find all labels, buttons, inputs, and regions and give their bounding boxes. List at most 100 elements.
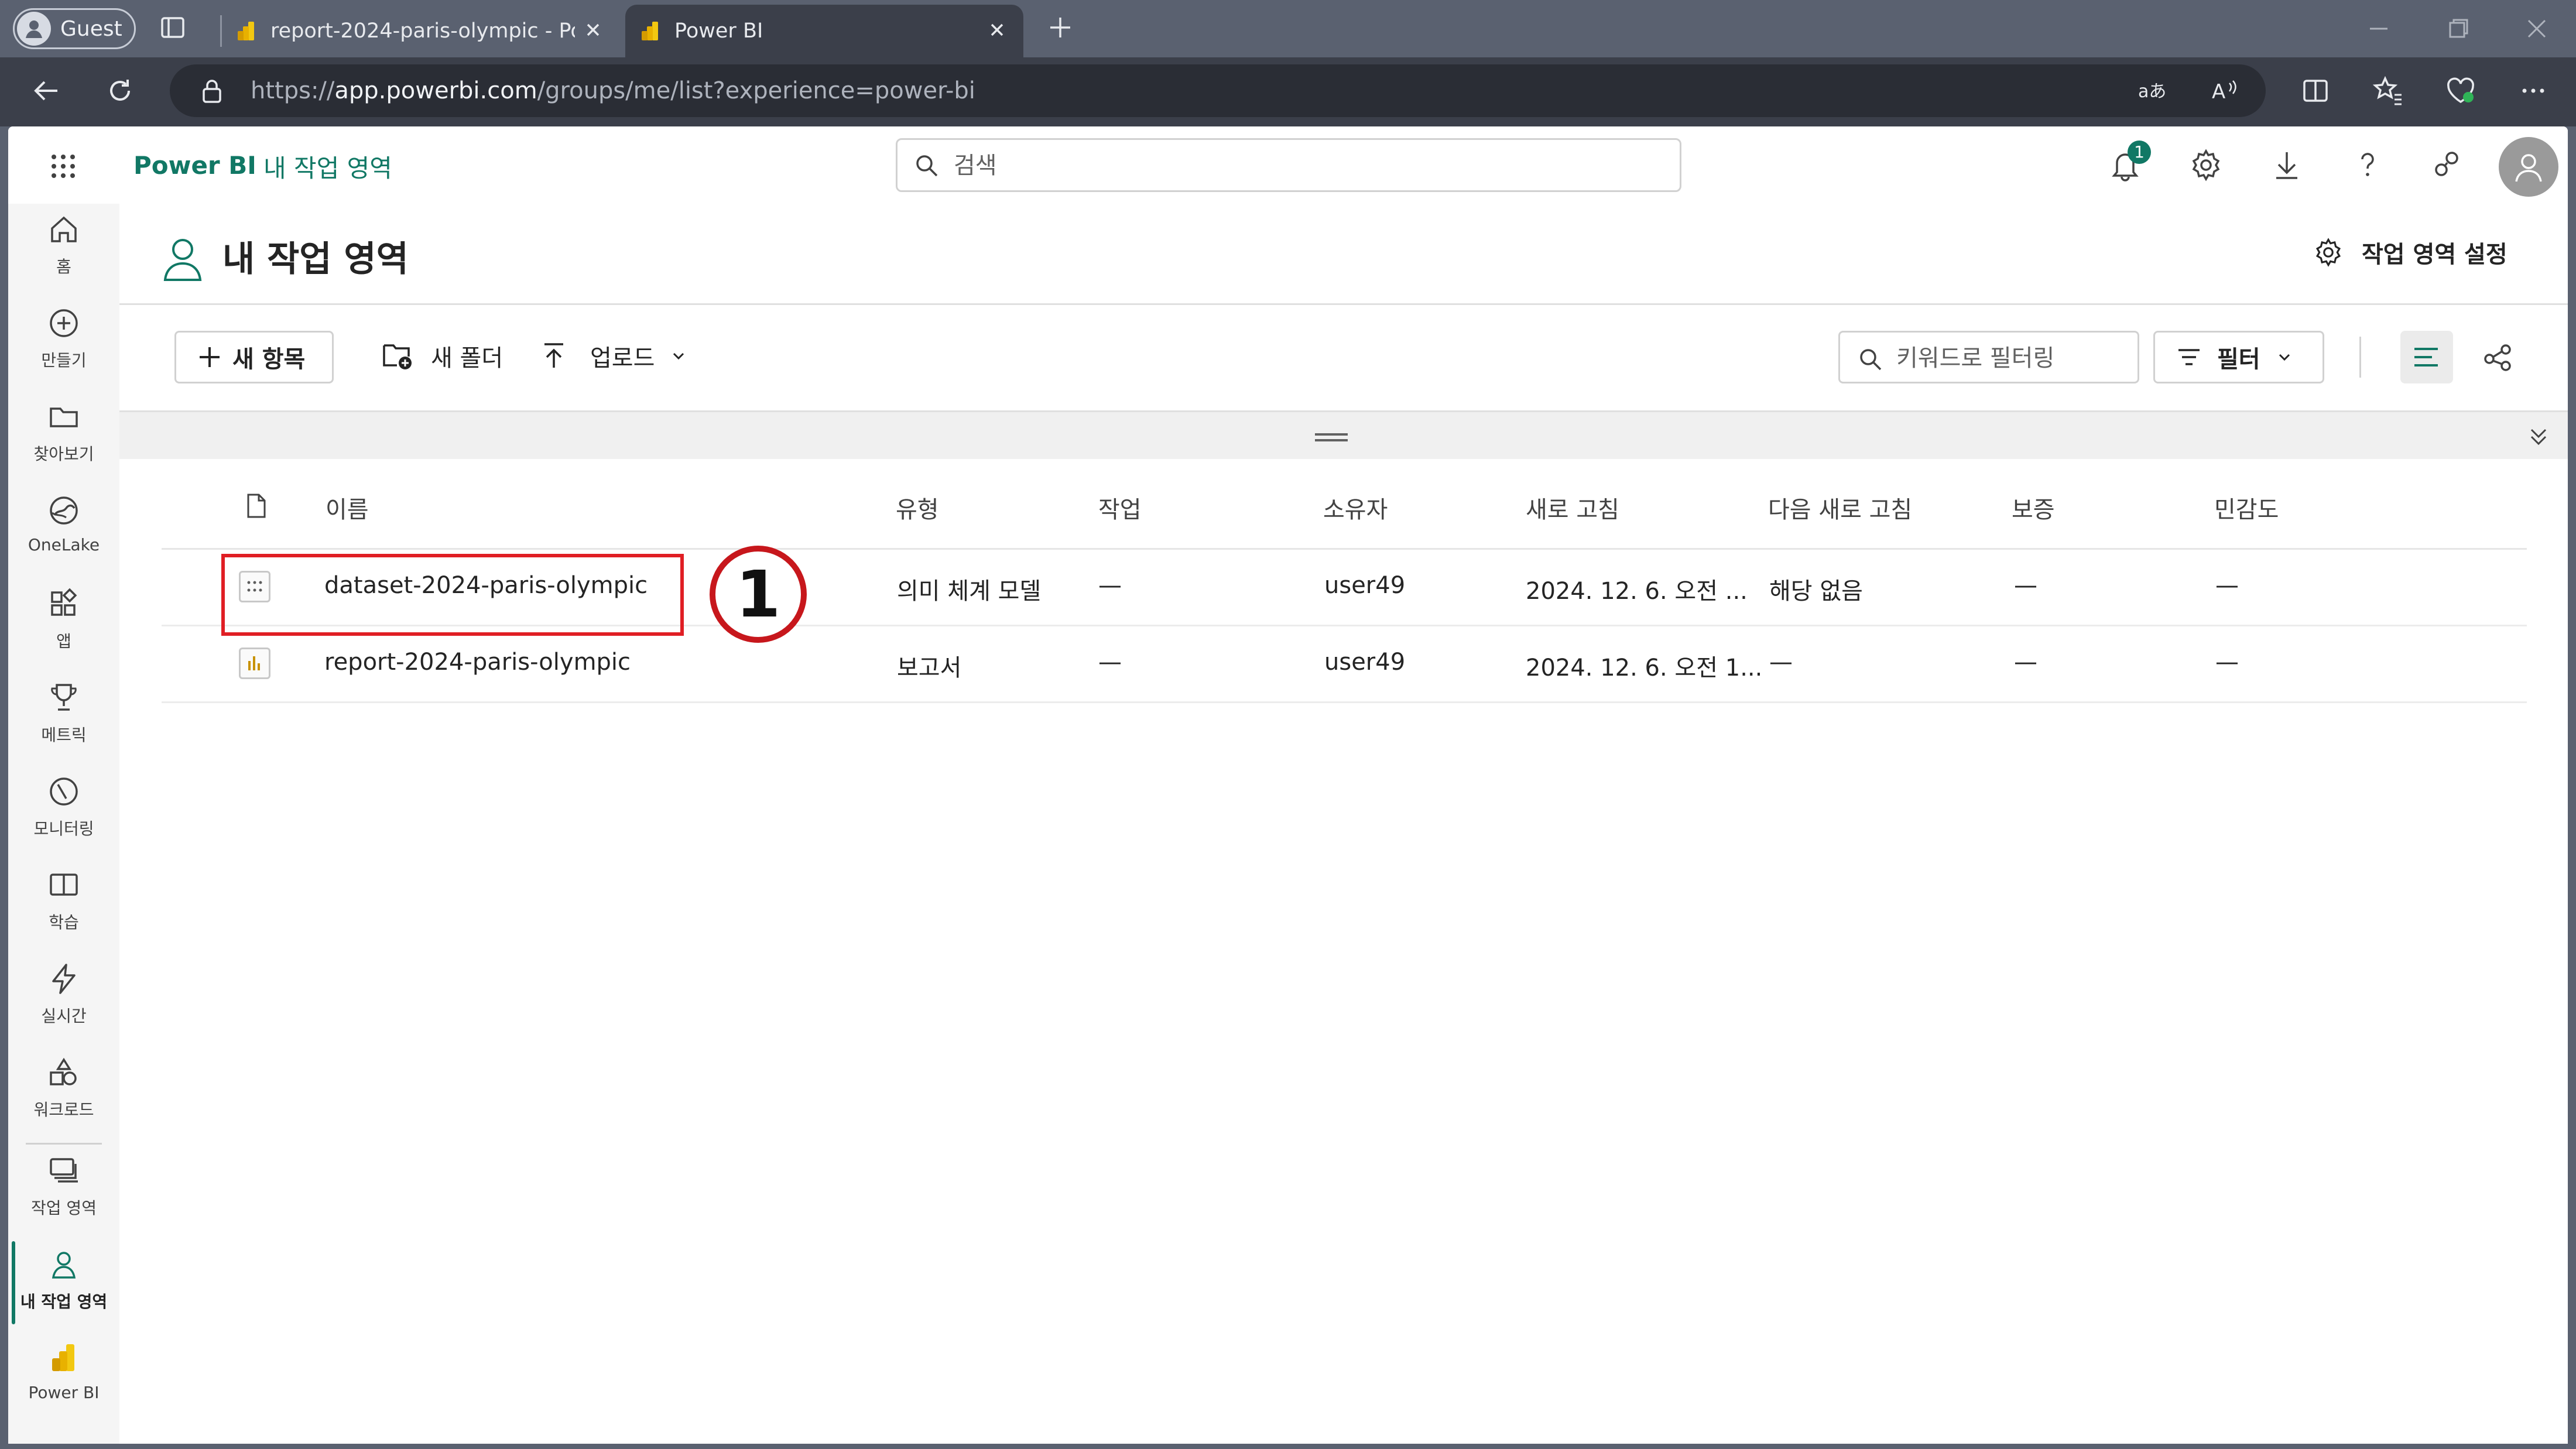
breadcrumb[interactable]: 내 작업 영역 bbox=[263, 149, 392, 184]
table-row[interactable]: report-2024-paris-olympic 보고서 — user49 2… bbox=[162, 626, 2527, 703]
browser-tab-strip: Guest report-2024-paris-olympic - Power … bbox=[0, 0, 2576, 57]
column-header-endorsement[interactable]: 보증 bbox=[2012, 491, 2055, 525]
tab-actions-icon[interactable] bbox=[159, 14, 186, 41]
tab-powerbi[interactable]: Power BI bbox=[625, 5, 1023, 57]
list-view-toggle[interactable] bbox=[2400, 331, 2453, 383]
pane-splitter[interactable] bbox=[119, 412, 2568, 459]
rail-item-create[interactable]: 만들기 bbox=[8, 297, 119, 389]
rail-item-label: 메트릭 bbox=[41, 725, 87, 745]
rail-item-apps[interactable]: 앱 bbox=[8, 578, 119, 670]
favorites-icon[interactable] bbox=[2372, 75, 2404, 107]
close-icon[interactable] bbox=[987, 20, 1007, 40]
column-header-next-refresh[interactable]: 다음 새로 고침 bbox=[1768, 491, 1912, 525]
url-field[interactable]: https://app.powerbi.com/groups/me/list?e… bbox=[170, 64, 2266, 117]
keyword-filter-input[interactable] bbox=[1895, 342, 2132, 375]
rail-item-label: 홈 bbox=[56, 257, 71, 276]
onelake-icon bbox=[50, 496, 78, 525]
workspace-settings-button[interactable]: 작업 영역 설정 bbox=[2313, 235, 2508, 269]
chevron-double-down-icon[interactable] bbox=[2526, 424, 2551, 450]
person-icon bbox=[2515, 154, 2542, 182]
rail-item-realtime[interactable]: 실시간 bbox=[8, 953, 119, 1044]
column-header-task[interactable]: 작업 bbox=[1098, 491, 1142, 525]
profile-button[interactable]: Guest bbox=[13, 8, 136, 49]
read-aloud-icon[interactable]: A bbox=[2210, 77, 2239, 104]
rail-item-workloads[interactable]: 워크로드 bbox=[8, 1047, 119, 1138]
new-tab-icon[interactable] bbox=[1046, 13, 1075, 42]
app-header: Power BI 내 작업 영역 1 bbox=[8, 126, 2568, 204]
lineage-icon bbox=[2484, 344, 2511, 371]
new-item-button[interactable]: 새 항목 bbox=[174, 331, 334, 383]
upload-label: 업로드 bbox=[590, 345, 655, 372]
powerbi-favicon-icon bbox=[234, 19, 258, 43]
rail-item-workspaces[interactable]: 작업 영역 bbox=[8, 1145, 119, 1236]
column-header-type[interactable]: 유형 bbox=[896, 491, 939, 525]
split-screen-icon[interactable] bbox=[2300, 75, 2331, 107]
translate-icon[interactable]: aあ bbox=[2137, 77, 2166, 104]
list-view-icon bbox=[2414, 348, 2438, 366]
new-folder-icon bbox=[383, 344, 412, 369]
lineage-view-toggle[interactable] bbox=[2472, 331, 2524, 383]
settings-gear-icon[interactable] bbox=[2188, 148, 2224, 183]
new-item-label: 새 항목 bbox=[232, 346, 306, 373]
window-close-icon[interactable] bbox=[2523, 15, 2550, 42]
help-icon[interactable] bbox=[2350, 148, 2385, 183]
rail-item-browse[interactable]: 찾아보기 bbox=[8, 391, 119, 482]
column-header-owner[interactable]: 소유자 bbox=[1323, 491, 1388, 525]
rail-item-powerbi[interactable]: Power BI bbox=[8, 1332, 119, 1424]
back-icon[interactable] bbox=[30, 75, 62, 107]
command-divider bbox=[2359, 337, 2361, 378]
rail-item-monitor[interactable]: 모니터링 bbox=[8, 766, 119, 857]
rail-item-label: 내 작업 영역 bbox=[20, 1292, 108, 1311]
tab-report[interactable]: report-2024-paris-olympic - Power BI bbox=[221, 5, 619, 57]
rail-item-metrics[interactable]: 메트릭 bbox=[8, 672, 119, 763]
item-type: 보고서 bbox=[897, 655, 962, 681]
brand-name[interactable]: Power BI bbox=[133, 151, 256, 180]
column-header-sensitivity[interactable]: 민감도 bbox=[2214, 491, 2279, 525]
app-launcher-icon[interactable] bbox=[49, 152, 77, 180]
url-text: https://app.powerbi.com/groups/me/list?e… bbox=[251, 77, 975, 104]
keyword-filter[interactable] bbox=[1838, 331, 2139, 383]
search-input[interactable] bbox=[953, 148, 1657, 183]
item-refreshed: 2024. 12. 6. 오전 ... bbox=[1526, 578, 1748, 605]
drag-handle-icon[interactable] bbox=[1314, 432, 1349, 444]
column-header-refreshed[interactable]: 새로 고침 bbox=[1526, 491, 1619, 525]
item-name-link[interactable]: report-2024-paris-olympic bbox=[324, 649, 631, 676]
minimize-icon[interactable] bbox=[2365, 15, 2392, 42]
rail-item-my-workspace[interactable]: 내 작업 영역 bbox=[8, 1239, 119, 1330]
workspace-settings-label: 작업 영역 설정 bbox=[2362, 241, 2508, 268]
restore-icon[interactable] bbox=[2445, 15, 2472, 42]
rail-item-label: 실시간 bbox=[41, 1006, 87, 1026]
report-icon bbox=[239, 648, 270, 679]
lock-icon[interactable] bbox=[200, 78, 224, 104]
rail-item-learn[interactable]: 학습 bbox=[8, 859, 119, 951]
search-icon bbox=[914, 153, 940, 179]
folder-icon bbox=[50, 407, 78, 427]
highlight-box bbox=[221, 554, 684, 636]
new-folder-button[interactable]: 새 폴더 bbox=[382, 339, 503, 373]
download-icon[interactable] bbox=[2269, 148, 2304, 183]
svg-text:aあ: aあ bbox=[2138, 81, 2166, 102]
rail-item-label: 만들기 bbox=[41, 351, 87, 370]
filter-button[interactable]: 필터 bbox=[2153, 331, 2324, 383]
tab-title: Power BI bbox=[674, 19, 763, 43]
account-avatar[interactable] bbox=[2499, 137, 2558, 197]
rail-item-home[interactable]: 홈 bbox=[8, 204, 119, 295]
rail-item-onelake[interactable]: OneLake bbox=[8, 485, 119, 576]
rail-item-label: 작업 영역 bbox=[31, 1198, 97, 1218]
profile-label: Guest bbox=[60, 16, 122, 41]
browser-essentials-icon[interactable] bbox=[2445, 75, 2476, 107]
upload-icon bbox=[544, 343, 563, 368]
item-refreshed: 2024. 12. 6. 오전 1... bbox=[1526, 655, 1763, 681]
chevron-down-icon bbox=[673, 352, 684, 360]
global-search[interactable] bbox=[896, 138, 1681, 192]
workload-icon bbox=[50, 1057, 77, 1085]
upload-button[interactable]: 업로드 bbox=[540, 339, 687, 373]
feedback-share-icon[interactable] bbox=[2430, 148, 2465, 183]
more-icon[interactable] bbox=[2517, 75, 2549, 107]
rail-item-label: Power BI bbox=[28, 1383, 100, 1402]
refresh-icon[interactable] bbox=[104, 75, 136, 107]
column-header-name[interactable]: 이름 bbox=[326, 491, 369, 525]
main-content: 내 작업 영역 작업 영역 설정 새 항목 새 폴더 업로드 키워드로 필터링 … bbox=[119, 204, 2568, 1444]
close-icon[interactable] bbox=[583, 20, 603, 40]
rail-divider bbox=[26, 1143, 102, 1145]
